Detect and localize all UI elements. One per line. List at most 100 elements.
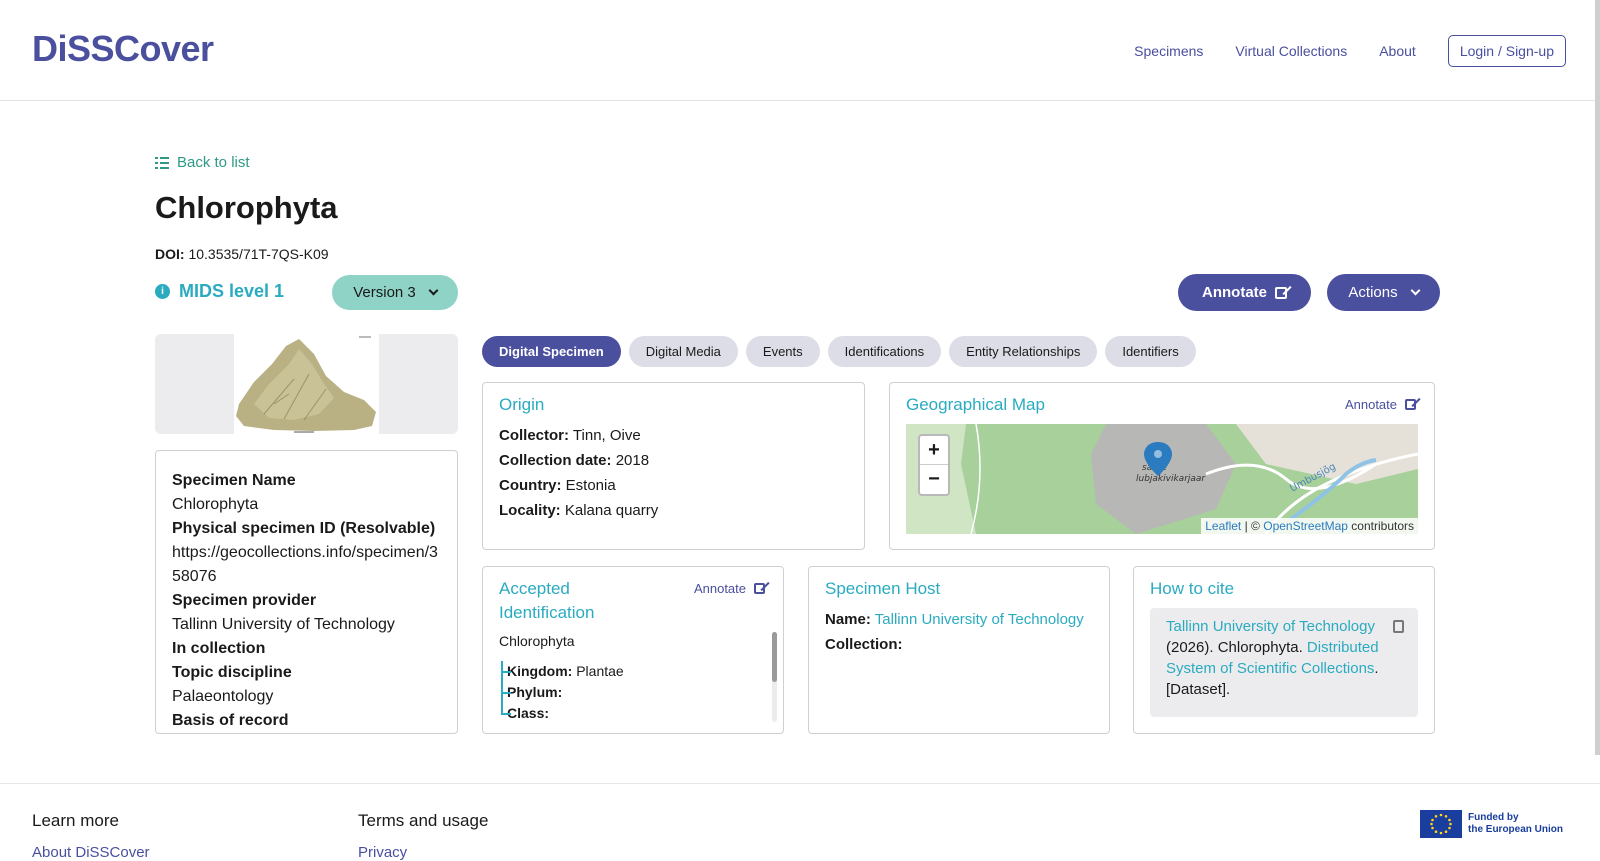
- physical-specimen-id-link[interactable]: https://geocollections.info/specimen/358…: [172, 541, 441, 589]
- annotate-button[interactable]: Annotate: [1178, 274, 1311, 311]
- eu-funding-text: Funded by the European Union: [1468, 812, 1563, 836]
- version-dropdown[interactable]: Version 3: [332, 275, 458, 310]
- nav-specimens[interactable]: Specimens: [1134, 43, 1203, 59]
- field-label: In collection: [172, 640, 266, 657]
- back-to-list-link[interactable]: Back to list: [155, 154, 250, 171]
- origin-row: Collection date: 2018: [499, 448, 658, 473]
- login-button[interactable]: Login / Sign-up: [1447, 35, 1566, 67]
- main-nav: Specimens Virtual Collections About Logi…: [1102, 35, 1566, 67]
- tab-entity-relationships[interactable]: Entity Relationships: [949, 336, 1098, 367]
- specimen-image[interactable]: [234, 334, 379, 434]
- row-label: Collector:: [499, 427, 570, 444]
- copy-icon[interactable]: [1389, 620, 1404, 640]
- page-scrollbar[interactable]: [1595, 0, 1600, 755]
- row-label: Name:: [825, 611, 871, 628]
- taxonomy-rank: Class:: [500, 703, 549, 723]
- field-label: Physical specimen ID (Resolvable): [172, 520, 436, 537]
- tab-identifiers[interactable]: Identifiers: [1105, 336, 1196, 367]
- page-title: Chlorophyta: [155, 190, 338, 225]
- rank-label: Kingdom:: [507, 663, 573, 679]
- back-label: Back to list: [177, 154, 250, 171]
- host-name-link[interactable]: Tallinn University of Technology: [875, 611, 1084, 628]
- site-logo[interactable]: DiSSCover: [32, 28, 214, 70]
- geographical-map-card: Geographical Map Annotate Umbusjõg saare…: [889, 382, 1435, 550]
- origin-row: Collector: Tinn, Oive: [499, 423, 658, 448]
- mids-level[interactable]: i MIDS level 1: [155, 281, 284, 302]
- host-rows: Name: Tallinn University of Technology C…: [825, 607, 1084, 657]
- taxonomy-tree-line: [501, 661, 503, 715]
- tab-digital-media[interactable]: Digital Media: [628, 336, 738, 367]
- how-to-cite-card: How to cite Tallinn University of Techno…: [1133, 566, 1435, 734]
- nav-virtual-collections[interactable]: Virtual Collections: [1235, 43, 1347, 59]
- eu-flag-icon: [1420, 810, 1462, 838]
- field-label: Specimen Name: [172, 472, 296, 489]
- attribution-text: contributors: [1351, 519, 1414, 533]
- tab-events[interactable]: Events: [745, 336, 820, 367]
- origin-row: Locality: Kalana quarry: [499, 498, 658, 523]
- row-label: Country:: [499, 477, 562, 494]
- rank-value: Plantae: [576, 663, 624, 679]
- map-zoom-control: + −: [918, 434, 950, 496]
- zoom-out-button[interactable]: −: [920, 465, 948, 494]
- tab-identifications[interactable]: Identifications: [827, 336, 942, 367]
- card-title: Geographical Map: [906, 395, 1045, 414]
- card-title: Specimen Host: [825, 579, 941, 598]
- footer-privacy-link[interactable]: Privacy: [358, 844, 407, 861]
- rank-label: Phylum:: [507, 684, 563, 700]
- card-title: How to cite: [1150, 579, 1235, 598]
- osm-link[interactable]: OpenStreetMap: [1263, 519, 1348, 533]
- edit-icon: [754, 583, 765, 594]
- doi-label: DOI:: [155, 246, 185, 262]
- citation-host-link[interactable]: Tallinn University of Technology: [1166, 618, 1375, 635]
- row-value: Tinn, Oive: [572, 427, 641, 444]
- tab-digital-specimen[interactable]: Digital Specimen: [482, 336, 621, 367]
- nav-about[interactable]: About: [1379, 43, 1416, 59]
- specimen-image-panel[interactable]: [155, 334, 458, 434]
- actions-dropdown[interactable]: Actions: [1327, 274, 1440, 311]
- row-value: Estonia: [565, 477, 616, 494]
- field-label: Specimen provider: [172, 592, 317, 609]
- leaflet-link[interactable]: Leaflet: [1205, 519, 1241, 533]
- field-value: Chlorophyta: [172, 496, 259, 513]
- card-title: Accepted Identification: [499, 579, 595, 622]
- taxonomy-rank: Phylum:: [500, 682, 563, 702]
- doi: DOI: 10.3535/71T-7QS-K09: [155, 246, 329, 262]
- footer-heading: Terms and usage: [358, 811, 489, 830]
- footer-about-link[interactable]: About DiSSCover: [32, 844, 150, 861]
- map-annotate-button[interactable]: Annotate: [1345, 397, 1416, 412]
- specimen-host-card: Specimen Host Name: Tallinn University o…: [808, 566, 1110, 734]
- identification-name: Chlorophyta: [499, 633, 575, 649]
- info-icon: i: [155, 284, 170, 299]
- attribution-sep: | ©: [1244, 519, 1260, 533]
- citation-box: Tallinn University of Technology (2026).…: [1150, 608, 1418, 717]
- taxonomy-rank: Kingdom: Plantae: [501, 661, 624, 681]
- identification-scrollbar[interactable]: [772, 632, 777, 722]
- zoom-in-button[interactable]: +: [920, 436, 948, 465]
- map-attribution: Leaflet | © OpenStreetMap contributors: [1201, 518, 1418, 534]
- annotate-button-label: Annotate: [1202, 284, 1267, 301]
- specimen-tabs: Digital Specimen Digital Media Events Id…: [482, 336, 1204, 367]
- site-footer: Learn more About DiSSCover Terms and usa…: [0, 783, 1600, 861]
- doi-value: 10.3535/71T-7QS-K09: [188, 246, 329, 262]
- list-icon: [155, 156, 169, 169]
- identification-annotate-button[interactable]: Annotate: [694, 581, 765, 596]
- eu-line: the European Union: [1468, 824, 1563, 835]
- origin-card: Origin Collector: Tinn, Oive Collection …: [482, 382, 865, 550]
- row-value: Kalana quarry: [564, 502, 659, 519]
- chevron-down-icon: [1410, 285, 1421, 296]
- accepted-identification-card: Accepted Identification Annotate Chlorop…: [482, 566, 784, 734]
- annotate-label: Annotate: [693, 581, 746, 596]
- origin-row: Country: Estonia: [499, 473, 658, 498]
- eu-line: Funded by: [1468, 812, 1519, 823]
- edit-icon: [1275, 286, 1287, 299]
- footer-heading: Learn more: [32, 811, 119, 830]
- citation-text: (2026). Chlorophyta.: [1166, 639, 1303, 656]
- place-label: lubjakivikarjaar: [1136, 474, 1206, 484]
- eu-funding-logo: Funded by the European Union: [1420, 810, 1563, 838]
- field-label: Topic discipline: [172, 664, 292, 681]
- annotate-label: Annotate: [1344, 397, 1397, 412]
- row-label: Locality:: [499, 502, 561, 519]
- map-view[interactable]: Umbusjõg saare lubjakivikarjaar + − Leaf…: [906, 424, 1418, 534]
- version-label: Version 3: [353, 284, 416, 301]
- origin-rows: Collector: Tinn, Oive Collection date: 2…: [499, 423, 658, 523]
